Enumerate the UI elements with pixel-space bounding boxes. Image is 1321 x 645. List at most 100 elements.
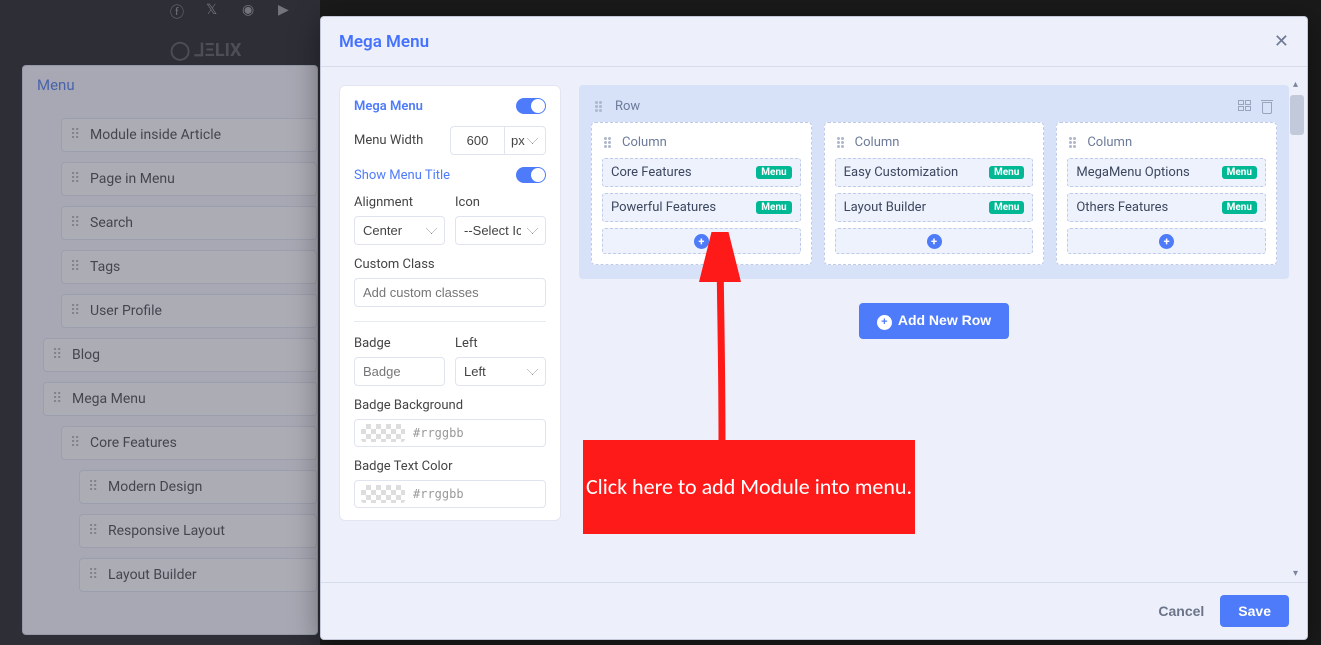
mega-menu-toggle[interactable] bbox=[516, 98, 546, 114]
modal-footer: Cancel Save bbox=[321, 582, 1307, 639]
builder-column: Column Core FeaturesMenu Powerful Features… bbox=[591, 122, 812, 265]
scrollbar-thumb[interactable] bbox=[1290, 95, 1304, 135]
modal-title: Mega Menu bbox=[339, 32, 429, 52]
layout-grid-icon[interactable] bbox=[1238, 100, 1252, 114]
menu-item-label: Easy Customization bbox=[844, 165, 959, 180]
color-swatch-icon bbox=[361, 424, 405, 442]
menu-item[interactable]: MegaMenu Options Menu bbox=[1067, 158, 1266, 187]
grip-icon: ⠿ bbox=[52, 391, 62, 407]
column-label: Column bbox=[622, 135, 667, 150]
grip-icon[interactable] bbox=[837, 137, 847, 148]
tree-item[interactable]: ⠿Module inside Article bbox=[61, 118, 317, 152]
grip-icon: ⠿ bbox=[88, 479, 98, 495]
tree-item[interactable]: ⠿ Responsive Layout bbox=[79, 514, 317, 548]
annotation-callout: Click here to add Module into menu. bbox=[583, 440, 915, 534]
menu-tree-panel: Menu ⠿Module inside Article ⠿Page in Men… bbox=[22, 65, 318, 635]
add-module-button[interactable]: + bbox=[1067, 228, 1266, 254]
pinterest-icon[interactable]: ◉ bbox=[242, 2, 260, 20]
menu-item[interactable]: Easy Customization Menu bbox=[835, 158, 1034, 187]
grip-icon: ⠿ bbox=[70, 127, 80, 143]
badge-label: Badge bbox=[354, 336, 445, 351]
twitter-icon[interactable]: 𝕏 bbox=[206, 2, 224, 20]
alignment-label: Alignment bbox=[354, 195, 445, 210]
badge-bg-color-input[interactable]: #rrggbb bbox=[354, 419, 546, 447]
show-title-toggle[interactable] bbox=[516, 167, 546, 183]
facebook-icon[interactable]: ⓕ bbox=[170, 2, 188, 20]
plus-icon: + bbox=[1159, 234, 1174, 249]
plus-icon: + bbox=[927, 234, 942, 249]
builder-column: ColumnMegaMenu OptionsMenuOthers Feature… bbox=[1056, 122, 1277, 265]
youtube-icon[interactable]: ▶ bbox=[278, 2, 296, 20]
menu-badge: Menu bbox=[1222, 166, 1257, 179]
plus-icon: + bbox=[694, 234, 709, 249]
menu-item-label: MegaMenu Options bbox=[1076, 165, 1189, 180]
settings-panel: Mega Menu Menu Width px Show Menu Title … bbox=[339, 85, 561, 521]
tree-item-label: Modern Design bbox=[108, 479, 202, 495]
tree-item[interactable]: ⠿ Search bbox=[61, 206, 317, 240]
grip-icon[interactable] bbox=[595, 101, 605, 112]
cancel-button[interactable]: Cancel bbox=[1158, 603, 1204, 619]
custom-class-label: Custom Class bbox=[354, 257, 546, 272]
menu-width-unit-select[interactable]: px bbox=[504, 126, 546, 155]
add-module-button[interactable]: + bbox=[602, 228, 801, 254]
grip-icon[interactable] bbox=[604, 137, 614, 148]
menu-item-label: Others Features bbox=[1076, 200, 1168, 215]
tree-item-label: Blog bbox=[72, 347, 100, 363]
menu-width-input[interactable] bbox=[450, 126, 504, 155]
grip-icon: ⠿ bbox=[70, 215, 80, 231]
add-module-button[interactable]: + bbox=[835, 228, 1034, 254]
badge-position-select[interactable]: Left bbox=[455, 357, 546, 386]
tree-item[interactable]: ⠿Blog bbox=[43, 338, 317, 372]
tree-item[interactable]: ⠿ Core Features bbox=[61, 426, 317, 460]
tree-item-label: Core Features bbox=[90, 435, 177, 451]
close-icon[interactable]: ✕ bbox=[1274, 31, 1289, 52]
menu-item[interactable]: Powerful FeaturesMenu bbox=[602, 193, 801, 222]
menu-tree-title: Menu bbox=[23, 66, 317, 104]
menu-item-label: Layout Builder bbox=[844, 200, 926, 215]
row-label: Row bbox=[615, 99, 640, 114]
alignment-select[interactable]: Center bbox=[354, 216, 445, 245]
tree-item[interactable]: ⠿Page in Menu bbox=[61, 162, 317, 196]
tree-item[interactable]: ⠿Tags bbox=[61, 250, 317, 284]
vertical-scrollbar[interactable]: ▴ ▾ bbox=[1290, 79, 1305, 579]
badge-position-label: Left bbox=[455, 336, 546, 351]
custom-class-input[interactable] bbox=[354, 278, 546, 307]
menu-item[interactable]: Core FeaturesMenu bbox=[602, 158, 801, 187]
tree-item[interactable]: ⠿User Profile bbox=[61, 294, 317, 328]
column-label: Column bbox=[1087, 135, 1132, 150]
tree-item-label: Mega Menu bbox=[72, 391, 146, 407]
badge-input[interactable] bbox=[354, 357, 445, 386]
badge-text-color-input[interactable]: #rrggbb bbox=[354, 480, 546, 508]
mega-menu-toggle-label: Mega Menu bbox=[354, 99, 423, 114]
column-label: Column bbox=[855, 135, 900, 150]
menu-badge: Menu bbox=[756, 201, 791, 214]
scroll-up-icon[interactable]: ▴ bbox=[1293, 79, 1298, 90]
menu-item[interactable]: Others Features Menu bbox=[1067, 193, 1266, 222]
trash-icon[interactable] bbox=[1261, 100, 1273, 114]
tree-item[interactable]: ⠿ Mega Menu bbox=[43, 382, 317, 416]
grip-icon[interactable] bbox=[1069, 137, 1079, 148]
grip-icon: ⠿ bbox=[88, 567, 98, 583]
icon-select[interactable]: --Select Icon-- bbox=[455, 216, 546, 245]
save-button[interactable]: Save bbox=[1220, 595, 1289, 627]
menu-item[interactable]: Layout BuilderMenu bbox=[835, 193, 1034, 222]
grip-icon: ⠿ bbox=[70, 435, 80, 451]
social-icons: ⓕ 𝕏 ◉ ▶ bbox=[170, 2, 296, 20]
modal-header: Mega Menu ✕ bbox=[321, 17, 1307, 67]
scroll-down-icon[interactable]: ▾ bbox=[1293, 568, 1298, 579]
badge-text-color-label: Badge Text Color bbox=[354, 459, 546, 474]
tree-item-label: Responsive Layout bbox=[108, 523, 225, 539]
grip-icon: ⠿ bbox=[88, 523, 98, 539]
add-row-label: Add New Row bbox=[898, 312, 991, 328]
tree-item-label: User Profile bbox=[90, 303, 162, 319]
tree-item[interactable]: ⠿ Modern Design bbox=[79, 470, 317, 504]
plus-icon: + bbox=[877, 315, 892, 330]
menu-badge: Menu bbox=[756, 166, 791, 179]
tree-item-label: Search bbox=[90, 215, 133, 231]
menu-badge: Menu bbox=[989, 166, 1024, 179]
divider bbox=[354, 321, 546, 322]
add-row-button[interactable]: + Add New Row bbox=[859, 303, 1009, 339]
mega-menu-modal: Mega Menu ✕ Mega Menu Menu Width px Show… bbox=[320, 16, 1308, 640]
menu-badge: Menu bbox=[1222, 201, 1257, 214]
tree-item[interactable]: ⠿Layout Builder bbox=[79, 558, 317, 592]
